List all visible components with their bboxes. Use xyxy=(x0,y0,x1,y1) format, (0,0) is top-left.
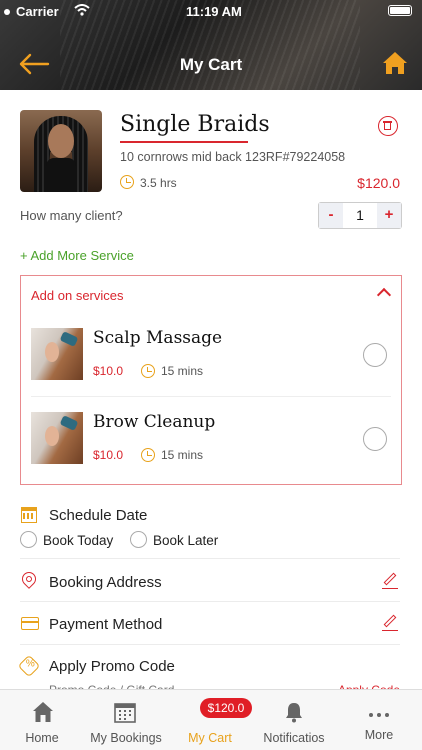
tab-label: Notificatios xyxy=(263,731,325,745)
location-pin-icon xyxy=(19,569,39,589)
book-later-label[interactable]: Book Later xyxy=(153,533,218,548)
clock-icon xyxy=(141,364,155,378)
addon-price: $10.0 xyxy=(93,448,124,462)
clock-icon xyxy=(120,175,134,189)
client-quantity-value: 1 xyxy=(356,207,364,223)
delete-icon[interactable] xyxy=(378,116,398,136)
addon-item[interactable]: Scalp Massage $10.0 15 mins xyxy=(21,316,401,396)
payment-method-label[interactable]: Payment Method xyxy=(49,616,162,633)
addon-divider xyxy=(31,396,391,397)
divider xyxy=(20,601,400,602)
credit-card-icon xyxy=(21,617,39,630)
battery-icon xyxy=(388,5,412,16)
decrement-button[interactable]: - xyxy=(319,203,343,228)
chevron-up-icon[interactable] xyxy=(376,287,392,303)
wifi-icon xyxy=(74,4,90,16)
book-today-radio[interactable] xyxy=(20,531,37,548)
tab-home[interactable]: Home xyxy=(0,690,84,750)
addon-price: $10.0 xyxy=(93,364,124,378)
divider xyxy=(20,558,400,559)
addon-duration: 15 mins xyxy=(161,448,204,462)
addon-item[interactable]: Brow Cleanup $10.0 15 mins xyxy=(21,400,401,480)
home-icon xyxy=(33,702,53,722)
addon-image xyxy=(31,328,83,380)
tab-label: My Bookings xyxy=(90,731,162,745)
addon-services-panel: Add on services Scalp Massage $10.0 15 m… xyxy=(20,275,402,485)
more-dots-icon xyxy=(369,713,389,717)
edit-payment-icon[interactable] xyxy=(382,614,398,631)
calendar-icon xyxy=(21,507,37,523)
service-description: 10 cornrows mid back 123RF#79224058 xyxy=(120,150,346,164)
status-time: 11:19 AM xyxy=(186,4,242,19)
service-name: Single Braids xyxy=(120,112,270,137)
bell-icon xyxy=(286,703,302,723)
signal-icon xyxy=(4,9,10,15)
service-name-underline xyxy=(120,141,248,143)
schedule-date-label: Schedule Date xyxy=(49,507,148,524)
tab-label: Home xyxy=(25,731,59,745)
addon-select-radio[interactable] xyxy=(363,343,387,367)
tab-notifications[interactable]: Notificatios xyxy=(252,690,336,750)
addon-select-radio[interactable] xyxy=(363,427,387,451)
promo-tag-icon xyxy=(17,654,41,678)
tab-label: My Cart xyxy=(188,731,232,745)
edit-address-icon[interactable] xyxy=(382,572,398,589)
cart-total-badge: $120.0 xyxy=(200,698,252,718)
addon-name: Scalp Massage xyxy=(93,328,223,348)
tab-label: More xyxy=(364,728,394,742)
header: Carrier 11:19 AM My Cart xyxy=(0,0,422,90)
tab-my-bookings[interactable]: My Bookings xyxy=(84,690,168,750)
addon-name: Brow Cleanup xyxy=(93,412,216,432)
service-image xyxy=(20,110,102,192)
status-bar: Carrier 11:19 AM xyxy=(0,2,422,20)
book-later-radio[interactable] xyxy=(130,531,147,548)
service-price: $120.0 xyxy=(357,175,400,191)
client-quantity-stepper: - 1 + xyxy=(318,202,402,229)
booking-address-label[interactable]: Booking Address xyxy=(49,574,162,591)
addon-duration: 15 mins xyxy=(161,364,204,378)
page-title: My Cart xyxy=(179,55,243,74)
divider xyxy=(20,644,400,645)
increment-button[interactable]: + xyxy=(377,203,401,228)
service-duration: 3.5 hrs xyxy=(140,176,177,190)
clock-icon xyxy=(141,448,155,462)
add-more-service-link[interactable]: + Add More Service xyxy=(20,248,134,263)
calendar-icon xyxy=(114,703,136,723)
carrier-label: Carrier xyxy=(16,4,59,19)
book-today-label[interactable]: Book Today xyxy=(43,533,113,548)
promo-code-label: Apply Promo Code xyxy=(49,658,175,675)
home-icon[interactable] xyxy=(382,50,408,76)
client-count-label: How many client? xyxy=(20,208,123,223)
addon-image xyxy=(31,412,83,464)
addon-services-title: Add on services xyxy=(31,288,124,303)
tab-more[interactable]: More xyxy=(336,690,422,750)
